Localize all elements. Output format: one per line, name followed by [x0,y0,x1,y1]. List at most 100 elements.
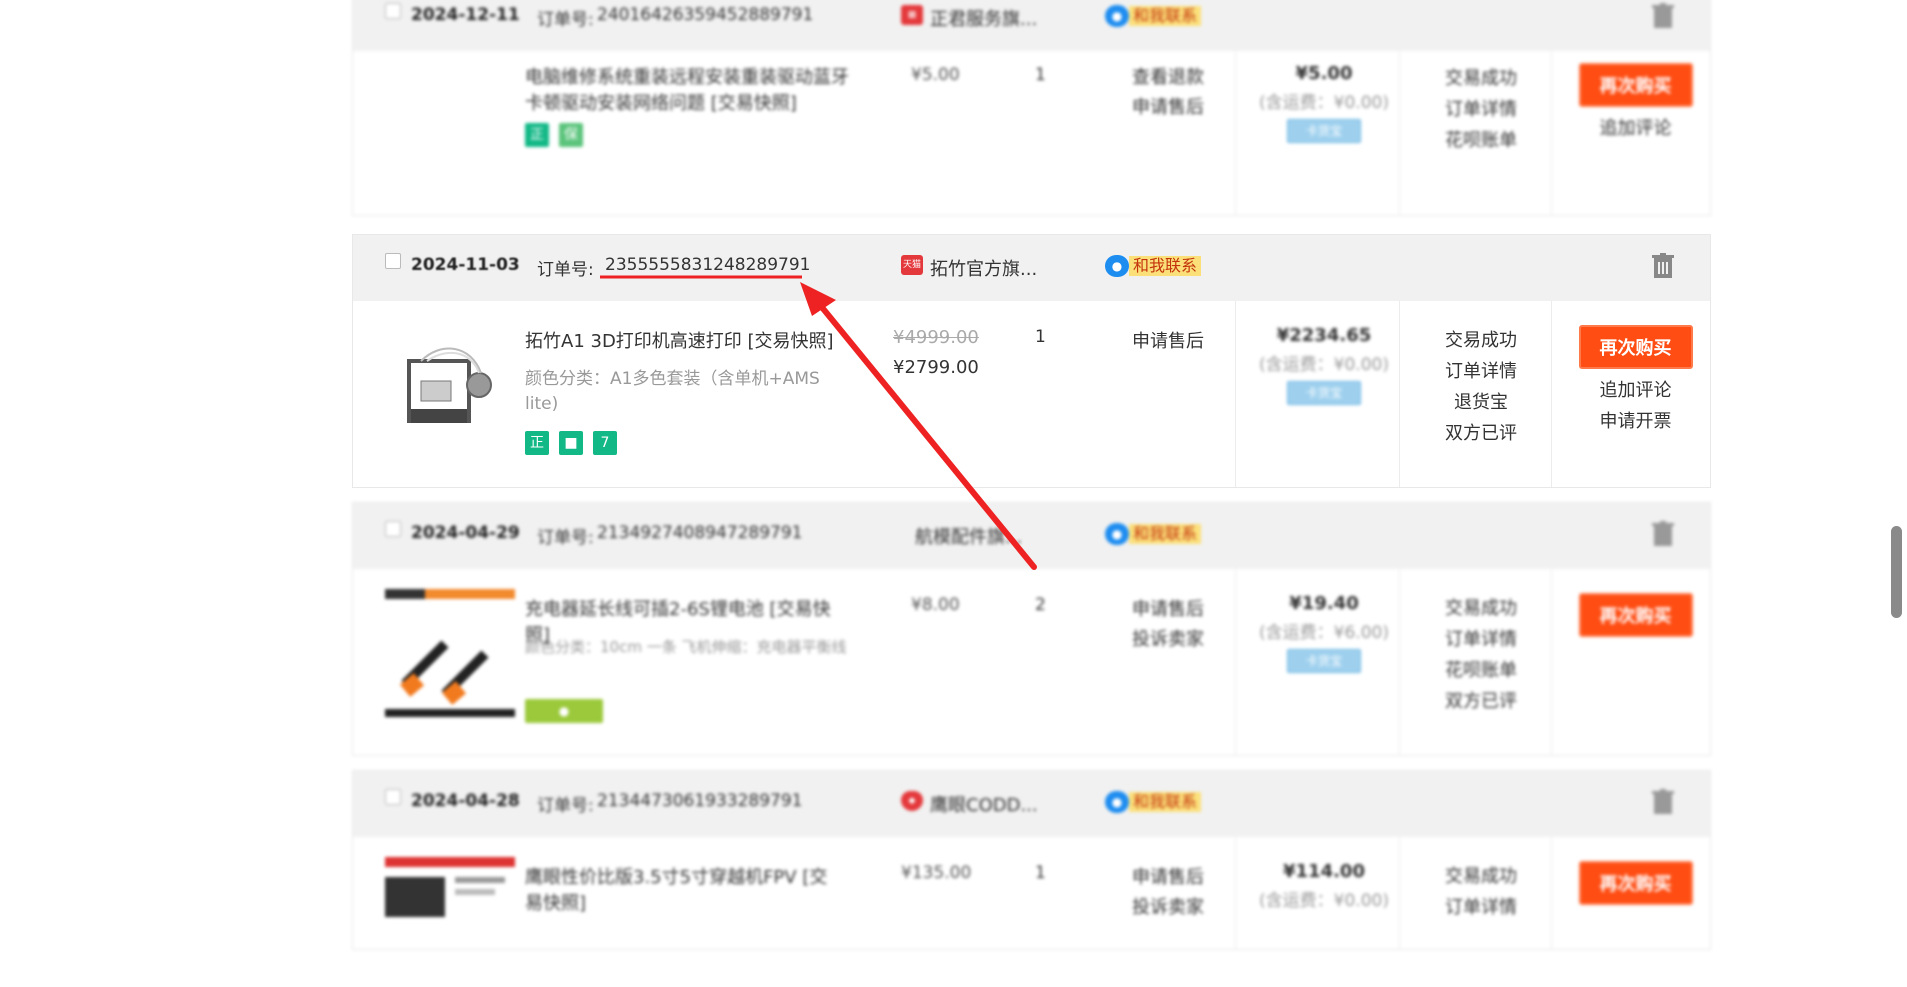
tag-badge: 卡货宝 [1287,381,1361,405]
trash-icon[interactable] [1652,3,1674,29]
shop-icon: ▦ [901,5,923,25]
unit-price: ¥5.00 [911,65,960,85]
shop-name[interactable]: 鹰眼CODD... [930,791,1038,817]
trash-icon[interactable] [1652,521,1674,547]
order-card: 2024-11-03 订单号: 2355555831248289791 天猫 拓… [352,234,1711,488]
rebuy-button[interactable]: 再次购买 [1578,325,1693,369]
shop-name[interactable]: 正君服务旗... [930,5,1037,31]
order-no-label: 订单号: [537,528,594,548]
rebuy-button[interactable]: 再次购买 [1578,593,1693,637]
column-divider [1551,569,1552,755]
contact-label: 和我联系 [1129,792,1202,812]
column-divider [1399,837,1400,949]
order-total: ¥114.00 (含运费：¥0.00) [1243,861,1405,911]
op-link-1[interactable]: 申请开票 [1559,406,1712,437]
order-checkbox[interactable] [385,3,401,19]
status-line-3: 双方已评 [1445,691,1517,712]
genuine-badge-icon: 正 [525,123,549,147]
total-amount: ¥114.00 [1283,861,1365,882]
product-thumbnail[interactable] [385,857,515,987]
chat-icon: ● [1105,255,1129,277]
product-sku: 颜色分类：A1多色套装（含单机+AMS lite) [525,369,820,414]
order-date: 2024-11-03 [411,255,520,275]
total-amount: ¥19.40 [1289,593,1359,614]
status-line-1[interactable]: 订单详情 [1407,94,1555,125]
unit-price: ¥135.00 [901,863,972,883]
order-checkbox[interactable] [385,789,401,805]
shipping-fee: (含运费：¥0.00) [1259,355,1389,375]
after-sale-links: 申请售后 [1103,327,1233,357]
order-no-label: 订单号: [537,260,594,280]
order-total: ¥19.40 (含运费：¥6.00) 卡货宝 [1243,593,1405,673]
after-sale-link-1[interactable]: 申请售后 [1103,93,1233,123]
order-list-page: 2024-12-11 订单号: 24016426359452889791 ▦ 正… [0,0,1907,950]
after-sale-link-0[interactable]: 查看退款 [1103,63,1233,93]
order-header: 2024-12-11 订单号: 24016426359452889791 ▦ 正… [353,0,1710,51]
order-header: 2024-04-28 订单号: 2134473061933289791 ◆ 鹰眼… [353,771,1710,837]
column-divider [1399,569,1400,755]
contact-label: 和我联系 [1129,524,1202,544]
unit-price: ¥8.00 [911,595,960,615]
shop-name[interactable]: 拓竹官方旗... [930,255,1037,281]
product-sku: 颜色分类：10cm 一条 飞机伸缩：充电器平衡线 [525,638,847,656]
column-divider [1235,837,1236,949]
shipping-fee: (含运费：¥0.00) [1259,891,1389,911]
shipping-fee: (含运费：¥6.00) [1259,623,1389,643]
order-date: 2024-04-29 [411,523,520,543]
order-date: 2024-04-28 [411,791,520,811]
shop-name[interactable]: 航模配件旗... [915,523,1022,549]
column-divider [1235,51,1236,215]
order-checkbox[interactable] [385,253,401,269]
rebuy-button[interactable]: 再次购买 [1578,861,1693,905]
order-number: 2134927408947289791 [597,523,803,543]
service-badges: 正 ■ 7 [525,431,617,455]
order-header: 2024-11-03 订单号: 2355555831248289791 天猫 拓… [353,235,1710,301]
column-divider [1399,51,1400,215]
status-line-0: 交易成功 [1445,598,1517,619]
product-title[interactable]: 鹰眼性价比版3.5寸5寸穿越机FPV [交易快照] [525,865,845,917]
tag-badge: 卡货宝 [1287,649,1361,673]
product-thumbnail[interactable] [381,321,511,451]
after-sale-link-1[interactable]: 投诉卖家 [1103,893,1233,923]
order-total: ¥2234.65 (含运费：¥0.00) 卡货宝 [1243,325,1405,405]
order-card: 2024-12-11 订单号: 24016426359452889791 ▦ 正… [352,0,1711,216]
order-body: 充电器延长线可插2-6S锂电池 [交易快照] 颜色分类：10cm 一条 飞机伸缩… [353,569,1710,755]
order-checkbox[interactable] [385,521,401,537]
paid-price: ¥2799.00 [893,357,979,378]
product-title[interactable]: 拓竹A1 3D打印机高速打印 [交易快照] [525,329,845,355]
total-amount: ¥2234.65 [1276,325,1372,346]
status-line-1[interactable]: 订单详情 [1407,356,1555,387]
column-divider [1235,301,1236,487]
product-thumbnail[interactable] [385,589,515,719]
after-sale-link-0[interactable]: 申请售后 [1103,327,1233,357]
rebuy-button[interactable]: 再次购买 [1578,63,1693,107]
product-title[interactable]: 电脑维修系统重装远程安装重装驱动蓝牙卡顿驱动安装网络问题 [交易快照] [525,65,865,117]
order-number: 24016426359452889791 [597,5,814,25]
order-card: 2024-04-28 订单号: 2134473061933289791 ◆ 鹰眼… [352,770,1711,950]
op-link-0[interactable]: 追加评论 [1559,375,1712,406]
service-badges: 正 保 [525,123,583,147]
status-line-1[interactable]: 订单详情 [1407,892,1555,923]
contact-label: 和我联系 [1129,6,1202,26]
trash-icon[interactable] [1652,253,1674,279]
page-scrollbar-thumb[interactable] [1891,526,1902,618]
status-line-2[interactable]: 花呗账单 [1407,125,1555,156]
quantity: 1 [1035,65,1046,85]
after-sale-link-0[interactable]: 申请售后 [1103,863,1233,893]
op-link-0[interactable]: 追加评论 [1559,113,1712,144]
after-sale-link-0[interactable]: 申请售后 [1103,595,1233,625]
status-line-2[interactable]: 花呗账单 [1407,655,1555,686]
order-ops: 再次购买 追加评论 [1559,63,1712,144]
shipping-fee: (含运费：¥0.00) [1259,93,1389,113]
status-line-2[interactable]: 退货宝 [1407,387,1555,418]
quantity: 1 [1035,327,1046,347]
status-line-1[interactable]: 订单详情 [1407,624,1555,655]
service-badge-icon: ■ [559,431,583,455]
trash-icon[interactable] [1652,789,1674,815]
order-status: 交易成功 订单详情 退货宝 双方已评 [1407,325,1555,449]
order-number: 2134473061933289791 [597,791,803,811]
after-sale-link-1[interactable]: 投诉卖家 [1103,625,1233,655]
column-divider [1551,301,1552,487]
order-status: 交易成功 订单详情 花呗账单 双方已评 [1407,593,1555,717]
original-price: ¥4999.00 [893,327,979,348]
